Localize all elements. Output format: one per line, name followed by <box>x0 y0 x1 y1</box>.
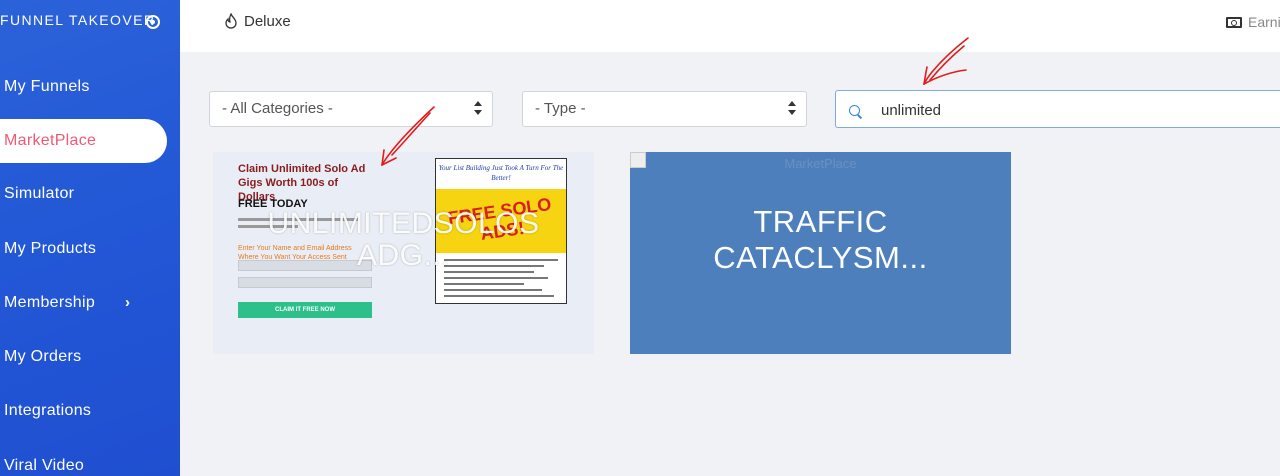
thumbnail-email-field <box>238 277 372 288</box>
plan-badge[interactable]: Deluxe <box>224 10 291 32</box>
chevron-right-icon: › <box>125 294 131 311</box>
select-arrows-icon <box>788 100 796 118</box>
category-select-value: - All Categories - <box>222 100 333 117</box>
sidebar-item-label: Simulator <box>4 185 75 202</box>
sidebar-item-my-orders[interactable]: My Orders <box>0 336 180 378</box>
money-icon <box>1226 16 1242 28</box>
sidebar-item-integrations[interactable]: Integrations <box>0 390 180 432</box>
flyer-top-text: Your List Building Just Took A Turn For … <box>438 164 564 182</box>
earnings-label: Earni <box>1248 14 1280 30</box>
sidebar-item-label: My Funnels <box>4 78 90 95</box>
sidebar-item-simulator[interactable]: Simulator <box>0 173 180 215</box>
type-select-value: - Type - <box>535 100 586 117</box>
search-input[interactable] <box>881 99 1261 121</box>
card-title: UNLIMITEDSOLOS ADG... <box>267 207 540 272</box>
sidebar-item-label: Integrations <box>4 402 92 419</box>
marketplace-card[interactable]: MarketPlace TRAFFIC CATACLYSM... <box>630 152 1011 354</box>
sidebar-item-label: My Products <box>4 240 97 257</box>
category-select[interactable]: - All Categories - <box>209 91 493 127</box>
brand-name: FUNNEL TAKEOVER <box>0 12 156 28</box>
sidebar-item-my-funnels[interactable]: My Funnels <box>0 66 180 108</box>
sidebar-item-label: Membership <box>4 294 96 311</box>
top-bar: Deluxe Earni <box>180 0 1280 52</box>
sidebar-item-marketplace[interactable]: MarketPlace <box>0 119 167 163</box>
card-image-alt: MarketPlace <box>784 156 857 171</box>
brand-logo[interactable]: FUNNEL TAKEOVER <box>0 12 180 32</box>
card-title: TRAFFIC CATACLYSM... <box>713 204 928 275</box>
sidebar: FUNNEL TAKEOVER My Funnels MarketPlace S… <box>0 0 180 476</box>
type-select[interactable]: - Type - <box>522 91 807 127</box>
sidebar-item-viral-video[interactable]: Viral Video <box>0 445 180 476</box>
sidebar-item-my-products[interactable]: My Products <box>0 228 180 270</box>
search-box <box>835 90 1280 128</box>
flame-icon <box>225 13 237 29</box>
marketplace-card[interactable]: Claim Unlimited Solo Ad Gigs Worth 100s … <box>213 152 594 354</box>
select-arrows-icon <box>474 100 482 118</box>
sidebar-item-label: Viral Video <box>4 457 85 474</box>
sidebar-item-label: My Orders <box>4 348 82 365</box>
sidebar-item-label: MarketPlace <box>4 132 97 149</box>
search-icon <box>849 105 860 116</box>
thumbnail-claim-button: CLAIM IT FREE NOW <box>238 302 372 318</box>
brand-target-icon <box>146 15 160 29</box>
sidebar-item-membership[interactable]: Membership › <box>0 282 180 324</box>
earnings-link[interactable]: Earni <box>1226 12 1280 32</box>
plan-label: Deluxe <box>244 12 291 30</box>
